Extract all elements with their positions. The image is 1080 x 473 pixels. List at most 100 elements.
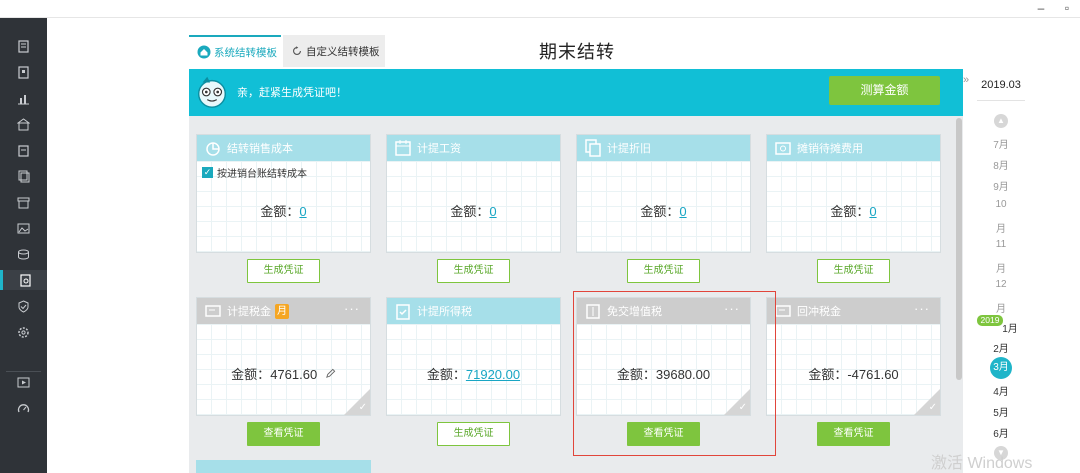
card-amount: 金额：0 <box>197 201 370 220</box>
amount-label: 金额： <box>640 204 680 219</box>
card-title: 计提折旧 <box>607 143 651 155</box>
sidebar-item-store[interactable] <box>0 192 47 212</box>
sidebar-item-salary[interactable] <box>0 244 47 264</box>
amount-link[interactable]: 0 <box>489 204 496 219</box>
card-reverse-tax: 回冲税金 ··· 金额：-4761.60 ✓ <box>766 297 941 416</box>
month-item-selected[interactable]: 3月 <box>990 357 1012 379</box>
tab-system-template[interactable]: 系统结转模板 <box>189 35 281 67</box>
cost-by-ledger-checkbox[interactable]: ✓ 按进销台账结转成本 <box>202 165 307 180</box>
month-item[interactable]: 月 <box>977 260 1025 275</box>
sidebar-item-report[interactable] <box>0 88 47 108</box>
pencil-icon[interactable] <box>325 368 336 379</box>
coin-stack-icon <box>18 249 29 259</box>
card-header: 计提税金 月 ··· <box>197 298 370 324</box>
view-voucher-button[interactable]: 查看凭证 <box>247 422 320 446</box>
card-accrue-salary: 计提工资 金额：0 <box>386 134 561 253</box>
month-item[interactable]: 9月 <box>977 178 1025 193</box>
card-sales-cost: 结转销售成本 ✓ 按进销台账结转成本 金额：0 <box>196 134 371 253</box>
period-selector: 2019.03 ▲ 7月 8月 9月 10 月 11 月 12 月 2019 1… <box>977 70 1025 473</box>
check-icon: ✓ <box>928 402 937 413</box>
sidebar-item-period-end[interactable] <box>0 270 47 290</box>
collapse-rail-icon[interactable]: » <box>963 74 969 86</box>
card-accrue-tax: 计提税金 月 ··· 金额：4761.60 ✓ <box>196 297 371 416</box>
amount-label: 金额： <box>830 204 870 219</box>
sidebar-item-ledger[interactable] <box>0 62 47 82</box>
tab-label: 自定义结转模板 <box>306 45 380 58</box>
document-icon <box>18 39 29 53</box>
tax-icon <box>775 305 791 317</box>
month-item[interactable]: 1月 <box>977 320 1025 335</box>
amount-link[interactable]: 0 <box>679 204 686 219</box>
chevron-up-icon[interactable]: ▲ <box>994 114 1008 128</box>
generate-voucher-button[interactable]: 生成凭证 <box>817 259 890 283</box>
money-icon <box>775 142 791 155</box>
scrollbar[interactable] <box>956 118 962 380</box>
month-item[interactable]: 10 <box>977 199 1025 210</box>
card-header: 结转销售成本 <box>197 135 370 161</box>
sidebar-item-speed[interactable] <box>0 398 47 418</box>
month-item[interactable]: 6月 <box>977 425 1025 440</box>
amount-link[interactable]: 71920.00 <box>466 367 520 382</box>
sidebar-item-video[interactable] <box>0 372 47 392</box>
minimize-button[interactable]: – <box>1028 0 1054 18</box>
sidebar-item-image[interactable] <box>0 218 47 238</box>
month-item[interactable]: 4月 <box>977 383 1025 398</box>
amount-label: 金额： <box>231 367 271 382</box>
card-income-tax: 计提所得税 金额：71920.00 <box>386 297 561 416</box>
shield-check-icon <box>18 299 29 313</box>
view-voucher-button[interactable]: 查看凭证 <box>817 422 890 446</box>
copy-icon <box>585 139 601 157</box>
generate-voucher-button[interactable]: 生成凭证 <box>247 259 320 283</box>
card-amortization: 摊销待摊费用 金额：0 <box>766 134 941 253</box>
amount-link[interactable]: 0 <box>299 204 306 219</box>
amount-label: 金额： <box>426 367 466 382</box>
card-next-partial <box>196 460 371 473</box>
month-item[interactable]: 5月 <box>977 404 1025 419</box>
month-item[interactable]: 7月 <box>977 136 1025 151</box>
more-icon[interactable]: ··· <box>344 301 360 316</box>
page-title: 期末结转 <box>539 42 615 62</box>
card-title: 计提工资 <box>417 143 461 155</box>
amount-label: 金额： <box>450 204 490 219</box>
generate-voucher-button[interactable]: 生成凭证 <box>627 259 700 283</box>
card-title: 计提所得税 <box>417 306 472 318</box>
shop-icon <box>17 197 30 208</box>
sidebar-item-bank[interactable] <box>0 114 47 134</box>
card-depreciation: 计提折旧 金额：0 <box>576 134 751 253</box>
card-amount: 金额：4761.60 <box>197 364 370 383</box>
rail-divider <box>977 100 1025 101</box>
month-item[interactable]: 月 <box>977 300 1025 315</box>
amount-label: 金额： <box>260 204 300 219</box>
month-item[interactable]: 11 <box>977 239 1025 250</box>
card-title: 计提税金 <box>227 306 271 318</box>
title-bar: – ▫ <box>0 0 1080 18</box>
highlight-box <box>573 291 776 456</box>
calendar-icon <box>395 140 411 156</box>
pie-chart-icon <box>206 142 220 156</box>
month-item[interactable]: 8月 <box>977 157 1025 172</box>
card-header: 计提所得税 <box>387 298 560 324</box>
generate-voucher-button[interactable]: 生成凭证 <box>437 259 510 283</box>
tab-custom-template[interactable]: 自定义结转模板 <box>283 35 385 67</box>
more-icon[interactable]: ··· <box>914 301 930 316</box>
card-header: 计提工资 <box>387 135 560 161</box>
amount-link[interactable]: 0 <box>869 204 876 219</box>
clipboard-check-icon <box>396 304 410 320</box>
sidebar-item-assets[interactable] <box>0 166 47 186</box>
image-icon <box>17 223 30 233</box>
play-icon <box>17 377 30 387</box>
month-item[interactable]: 2月 <box>977 340 1025 355</box>
sidebar-item-check[interactable] <box>0 296 47 316</box>
refresh-icon <box>293 46 301 55</box>
sidebar-item-invoice[interactable] <box>0 140 47 160</box>
sidebar-item-voucher[interactable] <box>0 36 47 56</box>
tab-label: 系统结转模板 <box>214 46 277 59</box>
receipt-icon <box>18 144 29 157</box>
sidebar-item-settings[interactable] <box>0 322 47 342</box>
card-title: 结转销售成本 <box>227 143 293 155</box>
maximize-button[interactable]: ▫ <box>1054 0 1080 18</box>
month-item[interactable]: 12 <box>977 279 1025 290</box>
generate-voucher-button[interactable]: 生成凭证 <box>437 422 510 446</box>
calculate-amount-button[interactable]: 测算金额 <box>829 76 940 105</box>
month-item[interactable]: 月 <box>977 220 1025 235</box>
